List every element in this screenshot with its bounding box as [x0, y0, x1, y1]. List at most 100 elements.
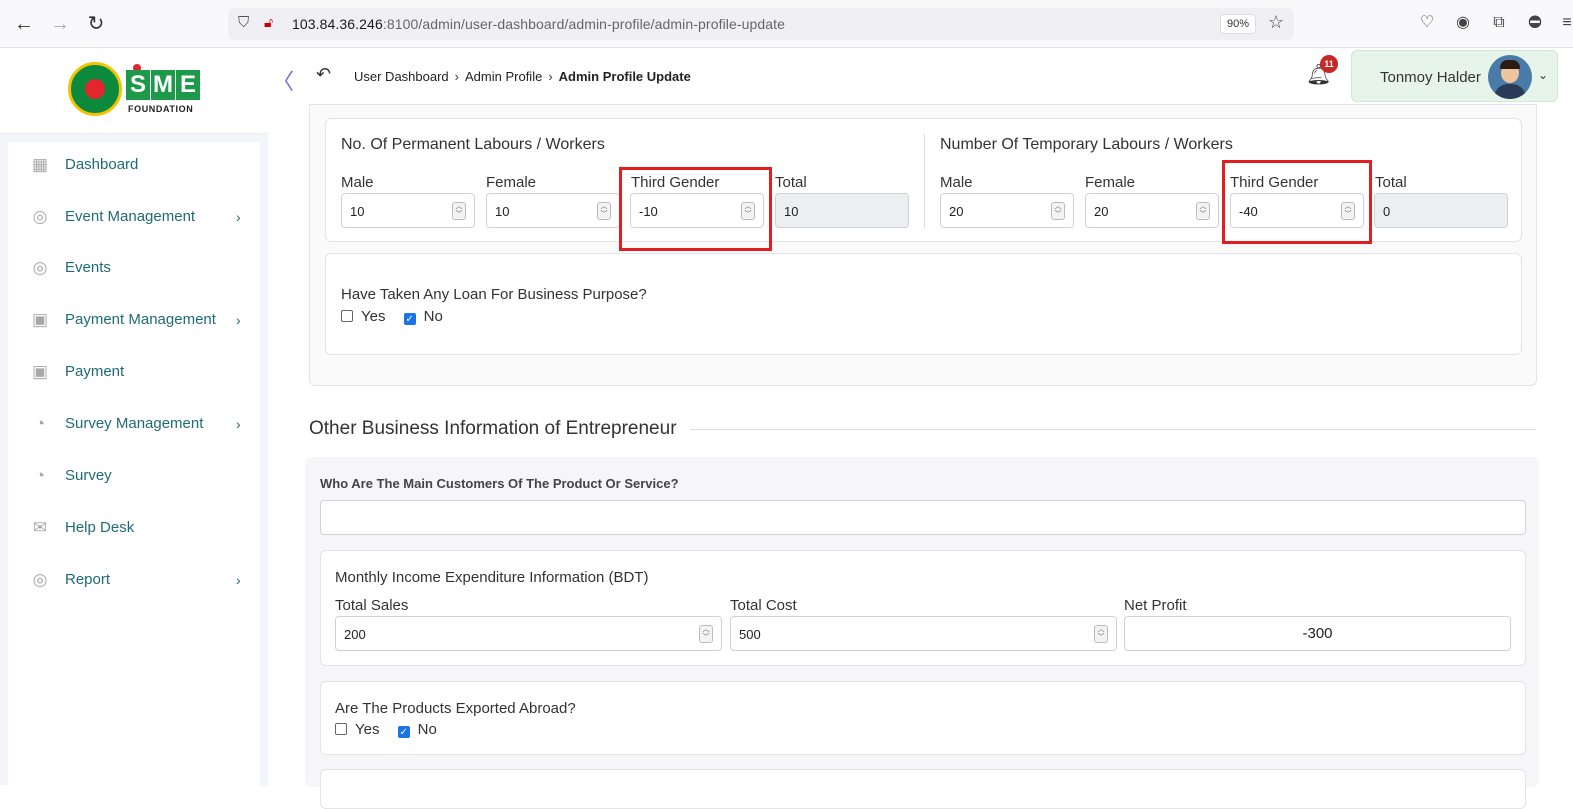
- customers-question: Who Are The Main Customers Of The Produc…: [320, 476, 679, 491]
- income-card: Monthly Income Expenditure Information (…: [320, 550, 1526, 666]
- notification-badge: 11: [1320, 55, 1338, 73]
- temporary-total-input: 0: [1374, 193, 1508, 228]
- temporary-total-label: Total: [1375, 174, 1407, 191]
- forward-arrow-icon[interactable]: →: [48, 12, 72, 36]
- zoom-level[interactable]: 90%: [1220, 14, 1257, 34]
- sidebar-item-help-desk[interactable]: ✉ Help Desk: [8, 508, 260, 548]
- export-card: Are The Products Exported Abroad? Yes ✓ N…: [320, 681, 1526, 755]
- net-profit-label: Net Profit: [1124, 597, 1187, 614]
- pocket-icon[interactable]: ♡: [1416, 12, 1438, 34]
- chevron-right-icon: ›: [454, 69, 459, 84]
- sidebar-item-survey[interactable]: ◔ Survey: [8, 456, 260, 496]
- net-profit-input: -300: [1124, 616, 1511, 651]
- sidebar-item-payment[interactable]: ▣ Payment: [8, 352, 260, 392]
- permanent-total-input: 10: [775, 193, 909, 228]
- income-title: Monthly Income Expenditure Information (…: [335, 569, 649, 586]
- lock-circle-icon: ◎: [32, 258, 48, 277]
- customers-input[interactable]: [320, 500, 1526, 535]
- chevron-right-icon: ›: [236, 572, 241, 588]
- permanent-female-label: Female: [486, 174, 537, 191]
- breadcrumb-admin-profile[interactable]: Admin Profile: [465, 69, 542, 84]
- sidebar-item-dashboard[interactable]: ▦ Dashboard: [8, 145, 260, 185]
- temporary-male-label: Male: [940, 174, 973, 191]
- sidebar-item-events[interactable]: ◎ Events: [8, 248, 260, 288]
- sidebar: SME FOUNDATION ▦ Dashboard ◎ Event Manag…: [0, 48, 268, 785]
- export-yes-checkbox[interactable]: [335, 723, 347, 735]
- breadcrumb-current: Admin Profile Update: [558, 69, 691, 84]
- permanent-labours-title: No. Of Permanent Labours / Workers: [341, 136, 605, 153]
- extensions-icon[interactable]: ⧉: [1488, 12, 1510, 34]
- other-business-title: Other Business Information of Entreprene…: [309, 418, 677, 439]
- bookmark-star-icon[interactable]: ☆: [1268, 12, 1284, 33]
- chevron-right-icon: ›: [236, 312, 241, 328]
- sidebar-item-report[interactable]: ◎ Report ›: [8, 560, 260, 600]
- government-emblem-icon: [68, 62, 122, 116]
- total-sales-input[interactable]: 200 ︿ ﹀: [335, 616, 722, 651]
- menu-icon[interactable]: ≡: [1556, 12, 1573, 34]
- pie-chart-icon: ◔: [34, 414, 46, 433]
- labour-info-card: No. Of Permanent Labours / Workers Male …: [309, 104, 1537, 386]
- undo-back-icon[interactable]: ↶: [316, 64, 331, 85]
- divider: [924, 134, 925, 228]
- sidebar-menu: ▦ Dashboard ◎ Event Management › ◎ Event…: [8, 142, 260, 785]
- spinner-icon[interactable]: ︿ ﹀: [1094, 625, 1108, 643]
- permanent-total-label: Total: [775, 174, 807, 191]
- loan-yes-checkbox[interactable]: [341, 310, 353, 322]
- export-options: Yes ✓ No: [335, 721, 451, 738]
- url-text[interactable]: 103.84.36.246:8100/admin/user-dashboard/…: [292, 16, 785, 32]
- sidebar-item-payment-management[interactable]: ▣ Payment Management ›: [8, 300, 260, 340]
- reload-icon[interactable]: ↻: [84, 12, 108, 36]
- other-business-card: Who Are The Main Customers Of The Produc…: [305, 457, 1539, 809]
- logo-foundation-text: FOUNDATION: [128, 104, 194, 114]
- total-cost-input[interactable]: 500 ︿ ﹀: [730, 616, 1117, 651]
- total-sales-label: Total Sales: [335, 597, 409, 614]
- loan-question: Have Taken Any Loan For Business Purpose…: [341, 286, 647, 303]
- avatar: [1488, 55, 1532, 99]
- highlight-box: [1222, 160, 1372, 244]
- next-card: [320, 769, 1526, 809]
- export-no-checkbox[interactable]: ✓: [397, 726, 410, 738]
- mail-icon: ✉: [32, 518, 48, 537]
- browser-toolbar: ← → ↻ ⛉ 🔓︎ 103.84.36.246:8100/admin/user…: [0, 0, 1573, 48]
- chevron-down-icon: ⌄: [1538, 68, 1549, 82]
- loan-options: Yes ✓ No: [341, 308, 457, 325]
- insecure-lock-icon[interactable]: 🔓︎: [264, 14, 273, 31]
- permanent-female-input[interactable]: 10 ︿ ﹀: [486, 193, 620, 228]
- cash-icon: ▣: [31, 362, 49, 381]
- grid-icon: ▦: [31, 155, 49, 174]
- loan-card: Have Taken Any Loan For Business Purpose…: [325, 253, 1522, 355]
- pie-chart-icon: ◔: [34, 466, 46, 485]
- sme-logo: SME: [126, 70, 201, 102]
- spinner-icon[interactable]: ︿ ﹀: [1196, 202, 1210, 220]
- temporary-female-input[interactable]: 20 ︿ ﹀: [1085, 193, 1219, 228]
- lock-circle-icon: ◎: [32, 570, 48, 589]
- back-arrow-icon[interactable]: ←: [12, 12, 36, 36]
- main-content: No. Of Permanent Labours / Workers Male …: [268, 104, 1573, 809]
- logo[interactable]: SME FOUNDATION: [0, 48, 268, 134]
- temporary-female-label: Female: [1085, 174, 1136, 191]
- cash-icon: ▣: [31, 310, 49, 329]
- sidebar-item-survey-management[interactable]: ◔ Survey Management ›: [8, 404, 260, 444]
- user-menu[interactable]: Tonmoy Halder ⌄: [1351, 50, 1558, 102]
- permanent-male-input[interactable]: 10 ︿ ﹀: [341, 193, 475, 228]
- sidebar-collapse-icon[interactable]: 〈: [272, 64, 294, 96]
- spinner-icon[interactable]: ︿ ﹀: [699, 625, 713, 643]
- address-bar[interactable]: ⛉ 🔓︎ 103.84.36.246:8100/admin/user-dashb…: [228, 8, 1294, 40]
- spinner-icon[interactable]: ︿ ﹀: [1051, 202, 1065, 220]
- loan-no-checkbox[interactable]: ✓: [403, 313, 416, 325]
- spinner-icon[interactable]: ︿ ﹀: [597, 202, 611, 220]
- spinner-icon[interactable]: ︿ ﹀: [452, 202, 466, 220]
- extension-badge-icon[interactable]: ⛔︎: [1524, 12, 1546, 34]
- breadcrumb-user-dashboard[interactable]: User Dashboard: [354, 69, 449, 84]
- lock-circle-icon: ◎: [32, 207, 48, 226]
- highlight-box: [619, 167, 772, 251]
- sidebar-item-event-management[interactable]: ◎ Event Management ›: [8, 197, 260, 237]
- temporary-male-input[interactable]: 20 ︿ ﹀: [940, 193, 1074, 228]
- account-icon[interactable]: ◉: [1452, 12, 1474, 34]
- chevron-right-icon: ›: [236, 209, 241, 225]
- permanent-male-label: Male: [341, 174, 374, 191]
- export-question: Are The Products Exported Abroad?: [335, 700, 576, 717]
- temporary-labours-title: Number Of Temporary Labours / Workers: [940, 136, 1233, 153]
- labours-card: No. Of Permanent Labours / Workers Male …: [325, 118, 1522, 251]
- shield-icon[interactable]: ⛉: [238, 14, 249, 31]
